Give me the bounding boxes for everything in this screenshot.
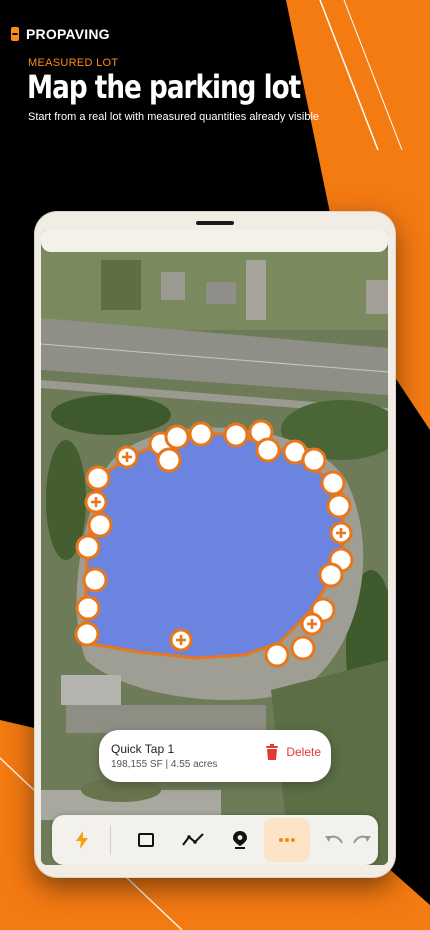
more-icon: [279, 838, 295, 842]
brand-header: PROPAVING: [10, 26, 110, 42]
toolbar-divider: [110, 825, 111, 855]
drawing-toolbar: [52, 815, 378, 865]
brand-name: PROPAVING: [26, 26, 110, 42]
tool-line[interactable]: [173, 818, 213, 862]
tool-rectangle[interactable]: [126, 818, 166, 862]
hero-title: Map the parking lot: [27, 68, 301, 106]
tool-point[interactable]: [220, 818, 260, 862]
lightning-icon: [76, 831, 88, 849]
delete-button[interactable]: Delete: [265, 744, 321, 760]
map-pin-icon: [233, 831, 247, 849]
app-screen: Quick Tap 1 198,155 SF | 4.55 acres Dele…: [41, 230, 388, 865]
tool-more[interactable]: [264, 818, 310, 862]
phone-mockup: Quick Tap 1 198,155 SF | 4.55 acres Dele…: [35, 212, 395, 877]
top-app-bar: [41, 230, 388, 252]
hero-subtitle: Start from a real lot with measured quan…: [28, 111, 320, 123]
trash-icon: [266, 744, 279, 760]
rectangle-icon: [138, 833, 154, 847]
polyline-icon: [182, 833, 204, 846]
undo-icon: [325, 835, 343, 844]
shape-title: Quick Tap 1: [111, 742, 175, 756]
redo-button[interactable]: [342, 818, 382, 862]
redo-icon: [353, 835, 371, 844]
phone-speaker: [196, 221, 234, 225]
shape-measurement: 198,155 SF | 4.55 acres: [111, 759, 218, 770]
tool-quick-tap[interactable]: [62, 818, 102, 862]
delete-label: Delete: [286, 745, 321, 759]
selection-card: Quick Tap 1 198,155 SF | 4.55 acres Dele…: [99, 730, 331, 782]
propaving-logo-icon: [11, 27, 19, 41]
